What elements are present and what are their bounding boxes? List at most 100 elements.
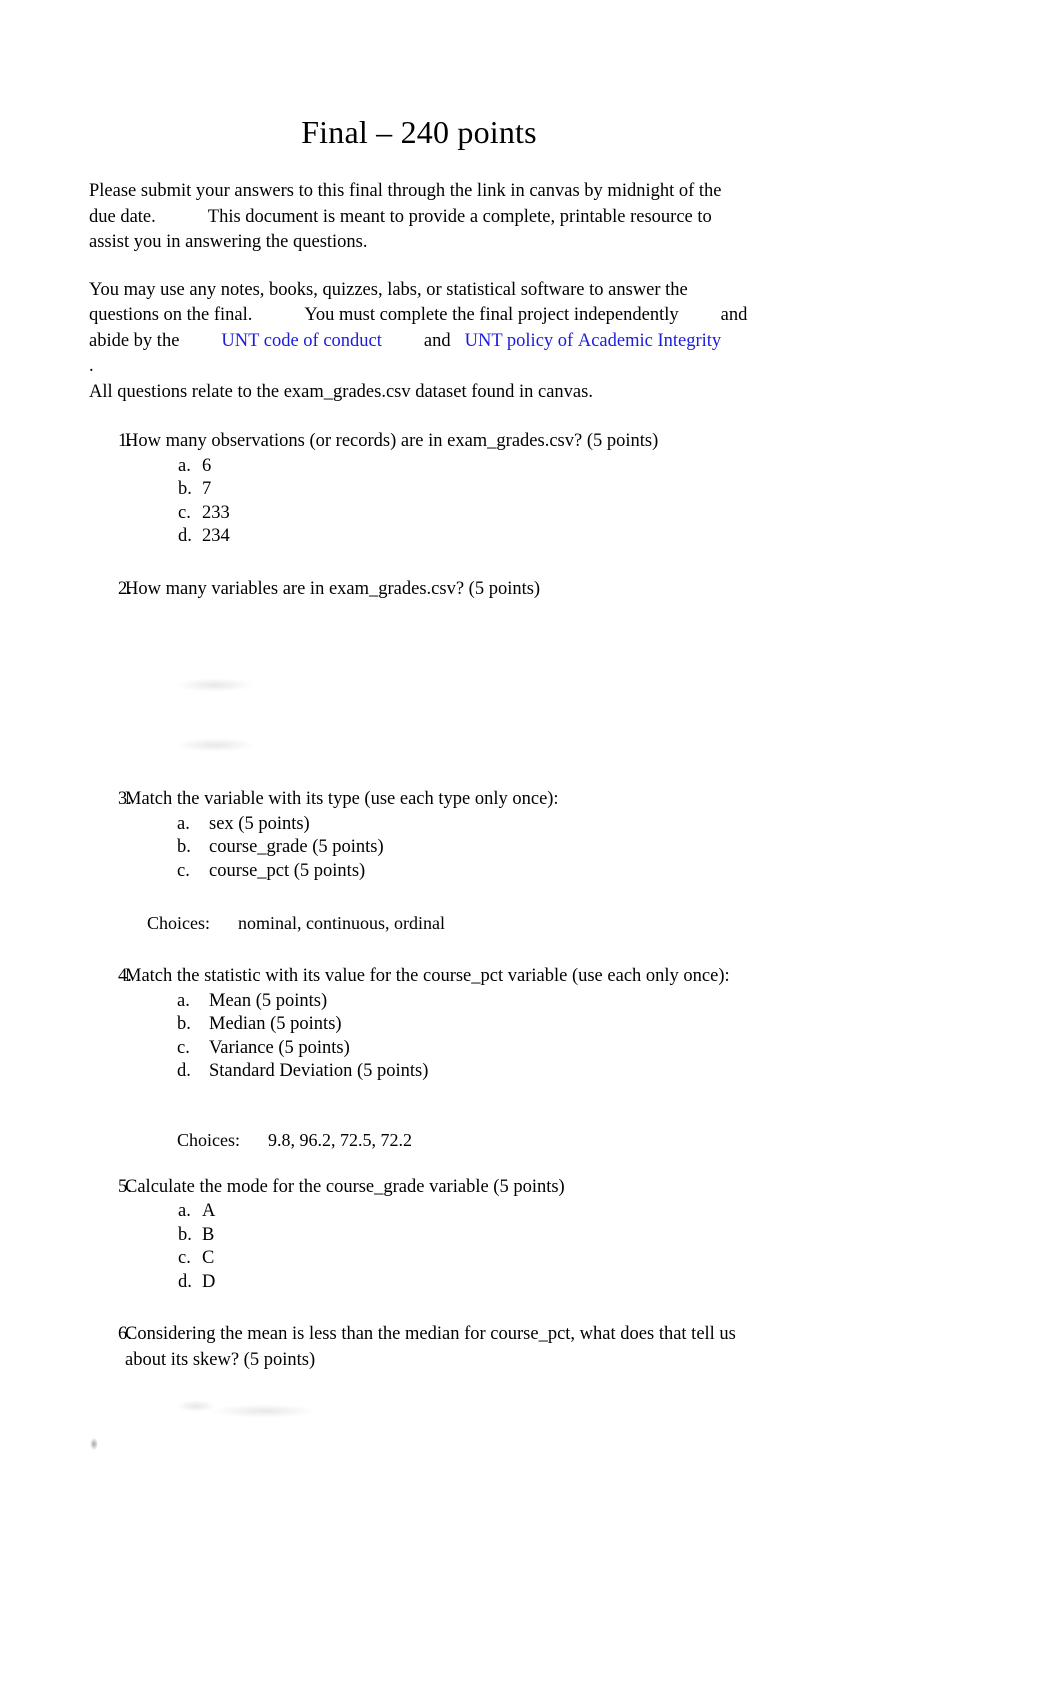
- question-4-choices: Choices: 9.8, 96.2, 72.5, 72.2: [89, 1128, 749, 1153]
- option-letter: a.: [177, 813, 190, 834]
- policy-line-3a: independently: [573, 305, 679, 326]
- option-item[interactable]: c. C: [89, 1247, 749, 1271]
- question-6-row: 6. Considering the mean is less than the…: [89, 1322, 749, 1373]
- question-2-row: 2. How many variables are in exam_grades…: [89, 577, 749, 603]
- question-3-options: a. sex (5 points) b. course_grade (5 poi…: [89, 813, 749, 884]
- document-page: Final – 240 points Please submit your an…: [0, 0, 1062, 1691]
- option-text: 233: [202, 502, 230, 523]
- question-1: 1. How many observations (or records) ar…: [89, 405, 749, 549]
- intro-line-2b: This document is meant to provide a comp…: [207, 206, 626, 227]
- question-5-number: 5.: [118, 1176, 132, 1197]
- option-item[interactable]: a. 6: [89, 455, 749, 479]
- question-3: 3. Match the variable with its type (use…: [89, 757, 749, 936]
- option-letter: d.: [178, 526, 192, 547]
- option-item[interactable]: a. A: [89, 1200, 749, 1224]
- option-letter: a.: [178, 455, 191, 476]
- link-academic-integrity-wrap[interactable]: Academic Integrity: [578, 329, 721, 355]
- question-1-options: a. 6 b. 7 c. 233 d. 234: [89, 455, 749, 549]
- question-6: 6. Considering the mean is less than the…: [89, 1294, 749, 1373]
- option-letter: c.: [178, 1248, 191, 1269]
- answer-space-question-2: [89, 602, 749, 757]
- question-6-number: 6.: [118, 1324, 132, 1345]
- option-letter: c.: [177, 860, 190, 881]
- scan-artifact: [176, 1400, 216, 1412]
- question-4: 4. Match the statistic with its value fo…: [89, 936, 749, 1153]
- option-text: course_pct (5 points): [209, 860, 366, 881]
- option-item[interactable]: a. sex (5 points): [89, 813, 749, 837]
- option-letter: b.: [177, 1014, 191, 1035]
- link-academic-integrity[interactable]: Academic Integrity: [578, 331, 721, 351]
- intro-line-1: Please submit your answers to this final…: [89, 181, 675, 202]
- option-text: Median (5 points): [209, 1014, 342, 1035]
- option-item[interactable]: b. Median (5 points): [89, 1013, 749, 1037]
- question-2: 2. How many variables are in exam_grades…: [89, 549, 749, 758]
- option-item[interactable]: d. 234: [89, 525, 749, 549]
- option-item[interactable]: c. course_pct (5 points): [89, 860, 749, 884]
- option-text: 234: [202, 526, 230, 547]
- question-4-text: Match the statistic with its value for t…: [125, 964, 749, 990]
- option-letter: a.: [178, 1201, 191, 1222]
- option-text: Mean (5 points): [209, 990, 328, 1011]
- option-item[interactable]: b. B: [89, 1224, 749, 1248]
- link-unt-code-of-conduct[interactable]: UNT code of conduct: [221, 331, 381, 351]
- scan-artifact: [212, 1404, 317, 1418]
- option-letter: d.: [178, 1271, 192, 1292]
- option-text: D: [202, 1271, 216, 1292]
- question-5-options: a. A b. B c. C d. D: [89, 1200, 749, 1294]
- option-item[interactable]: b. course_grade (5 points): [89, 836, 749, 860]
- link-unt-code-of-conduct-wrap[interactable]: UNT code of conduct: [221, 329, 381, 355]
- page-title: Final – 240 points: [301, 114, 537, 150]
- choices-label: Choices:: [177, 1129, 240, 1150]
- question-5: 5. Calculate the mode for the course_gra…: [89, 1153, 749, 1295]
- question-4-number: 4.: [118, 966, 132, 987]
- option-letter: c.: [177, 1037, 190, 1058]
- choices-label: Choices:: [147, 913, 210, 934]
- option-text: C: [202, 1248, 215, 1269]
- policy-period: .: [89, 356, 94, 377]
- option-letter: a.: [177, 990, 190, 1011]
- link-unt-policy-academic-integrity-wrap[interactable]: UNT policy of: [465, 329, 574, 355]
- question-1-number: 1.: [118, 431, 132, 452]
- option-item[interactable]: a. Mean (5 points): [89, 990, 749, 1014]
- policy-line-2b: You must complete the final project: [304, 305, 570, 326]
- option-text: course_grade (5 points): [209, 837, 384, 858]
- option-text: 7: [202, 479, 212, 500]
- option-letter: c.: [178, 502, 191, 523]
- option-item[interactable]: d. Standard Deviation (5 points): [89, 1060, 749, 1084]
- link-unt-policy-part1[interactable]: UNT policy of: [465, 331, 574, 351]
- option-item[interactable]: b. 7: [89, 478, 749, 502]
- question-2-number: 2.: [118, 578, 132, 599]
- option-letter: b.: [178, 479, 192, 500]
- question-4-text-line-2: only once):: [645, 966, 730, 987]
- question-2-text: How many variables are in exam_grades.cs…: [125, 578, 541, 599]
- policy-conjunction: and: [423, 330, 451, 351]
- option-letter: b.: [177, 837, 191, 858]
- question-4-text-line-1: Match the statistic with its value for t…: [125, 966, 642, 987]
- document-body: Final – 240 points Please submit your an…: [89, 0, 749, 1373]
- policy-line-1: You may use any notes, books, quizzes, l…: [89, 279, 661, 300]
- question-6-text-line-1: Considering the mean is less than the me…: [125, 1324, 655, 1345]
- question-4-row: 4. Match the statistic with its value fo…: [89, 964, 749, 990]
- option-letter: b.: [178, 1224, 192, 1245]
- question-3-text: Match the variable with its type (use ea…: [125, 789, 559, 810]
- option-item[interactable]: c. 233: [89, 502, 749, 526]
- dataset-note: All questions relate to the exam_grades.…: [89, 381, 593, 402]
- question-3-row: 3. Match the variable with its type (use…: [89, 787, 749, 813]
- option-item[interactable]: d. D: [89, 1271, 749, 1295]
- footer-mark: [90, 1438, 98, 1450]
- option-text: Standard Deviation (5 points): [209, 1061, 429, 1082]
- question-list: 1. How many observations (or records) ar…: [89, 405, 749, 1373]
- question-1-row: 1. How many observations (or records) ar…: [89, 429, 749, 455]
- option-text: B: [202, 1224, 215, 1245]
- option-item[interactable]: c. Variance (5 points): [89, 1037, 749, 1061]
- question-6-text: Considering the mean is less than the me…: [125, 1322, 749, 1373]
- option-text: Variance (5 points): [209, 1037, 350, 1058]
- question-1-text: How many observations (or records) are i…: [125, 431, 659, 452]
